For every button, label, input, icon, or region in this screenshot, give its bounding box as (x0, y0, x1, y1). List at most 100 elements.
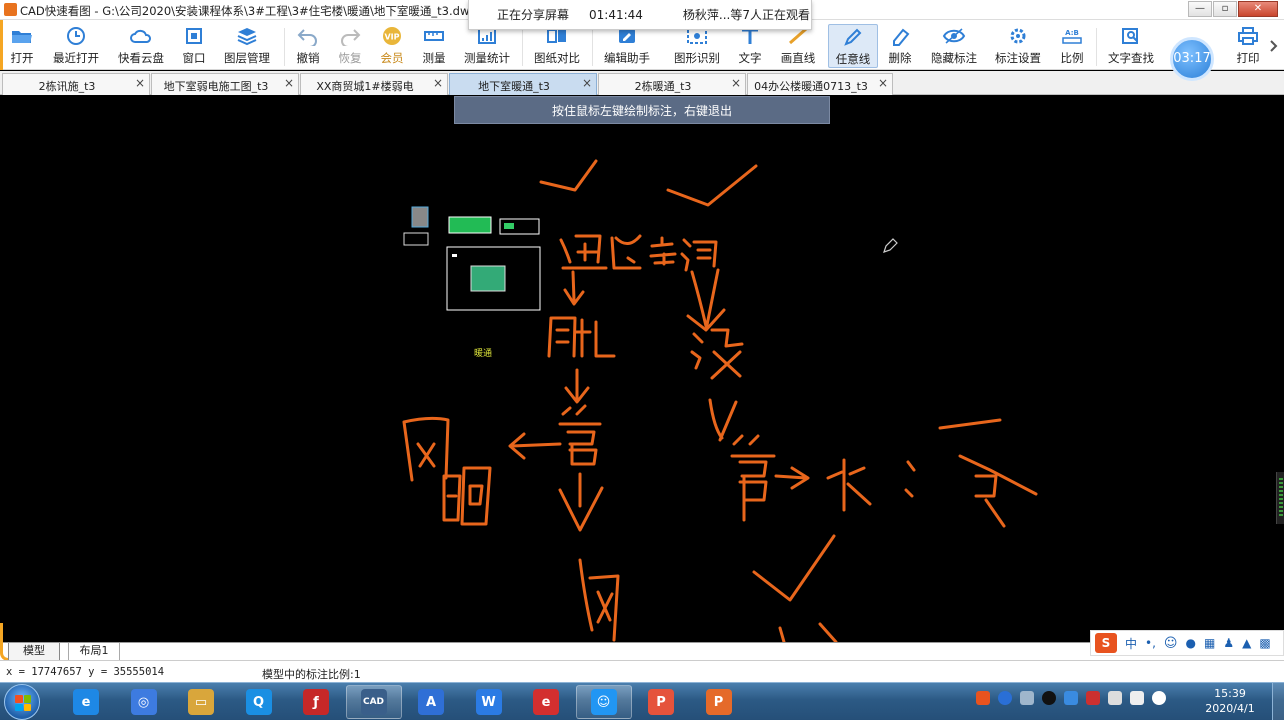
text-search-icon (1122, 28, 1138, 44)
text-search-button[interactable]: 文字查找 (1106, 26, 1156, 68)
maximize-button[interactable]: ▫ (1213, 1, 1237, 17)
microphone-icon[interactable]: ● (1185, 636, 1195, 650)
redo-icon (341, 29, 361, 46)
redo-button[interactable]: 恢复 (336, 26, 364, 68)
status-bar: x = 17747657 y = 35555014 模型中的标注比例:1 (0, 660, 1284, 682)
taskbar-app-qq-browser[interactable]: Q (231, 685, 287, 719)
vip-button[interactable]: VIP 会员 (378, 26, 406, 68)
toolbar-label: 快看云盘 (118, 51, 164, 65)
open-button[interactable]: 打开 (8, 26, 36, 68)
skin-icon[interactable]: ▲ (1242, 636, 1251, 650)
doc-tab[interactable]: 地下室弱电施工图_t3 × (151, 73, 299, 95)
user-icon[interactable]: ♟ (1223, 636, 1234, 650)
taskbar-app-meeting[interactable]: ☺ (575, 685, 632, 719)
doc-tab[interactable]: 2栋讯施_t3 × (2, 73, 150, 95)
screen-share-banner[interactable]: 正在分享屏幕 01:41:44 杨秋萍...等7人正在观看 (468, 0, 812, 30)
doc-tab[interactable]: 2栋暖通_t3 × (598, 73, 746, 95)
system-tray (976, 691, 1166, 705)
tab-layout1[interactable]: 布局1 (68, 643, 120, 661)
undo-button[interactable]: 撤销 (294, 26, 322, 68)
tab-model[interactable]: 模型 (8, 643, 60, 661)
network-tray-icon[interactable] (1086, 691, 1100, 705)
drawing-canvas[interactable]: 暖通 (0, 96, 1284, 642)
toolbar-separator (592, 28, 593, 66)
taskbar-app-flash-player[interactable]: ƒ (288, 685, 344, 719)
taskbar-app-baidu-netdisk[interactable]: ◎ (116, 685, 172, 719)
drawing-surface[interactable]: 暖通 (0, 96, 1284, 642)
scale-button[interactable]: A:B 比例 (1058, 26, 1086, 68)
drawing-compare-button[interactable]: 图纸对比 (532, 26, 582, 68)
freehand-line-button[interactable]: 任意线 (828, 24, 878, 68)
doc-tab[interactable]: XX商贸城1#楼弱电 × (300, 73, 448, 95)
system-clock[interactable]: 15:39 2020/4/1 (1198, 686, 1262, 716)
shape-recognition-button[interactable]: 图形识别 (672, 26, 722, 68)
tab-close-icon[interactable]: × (433, 76, 443, 90)
measure-button[interactable]: 测量 (420, 26, 448, 68)
tray-overflow-icon[interactable] (1020, 691, 1034, 705)
layer-manager-button[interactable]: 图层管理 (222, 26, 272, 68)
toolbar-label: 打印 (1236, 51, 1260, 65)
edit-assistant-button[interactable]: 编辑助手 (602, 26, 652, 68)
cloud-disk-button[interactable]: 快看云盘 (116, 26, 166, 68)
tab-close-icon[interactable]: × (731, 76, 741, 90)
text-button[interactable]: 文字 (736, 26, 764, 68)
tab-close-icon[interactable]: × (582, 76, 592, 90)
clock-time: 15:39 (1214, 687, 1246, 700)
scale-icon: A:B (1062, 29, 1082, 44)
toolbar-label: 最近打开 (53, 51, 99, 65)
window-button[interactable]: 窗口 (180, 26, 208, 68)
keyboard-icon[interactable]: ▦ (1204, 636, 1215, 650)
toolbar-label: 比例 (1060, 51, 1084, 65)
undo-icon (297, 29, 317, 46)
print-button[interactable]: 打印 (1234, 26, 1262, 68)
taskbar-app-ie[interactable]: e (58, 685, 114, 719)
printer-tray-icon[interactable] (1108, 691, 1122, 705)
tab-close-icon[interactable]: × (284, 76, 294, 90)
doc-tab-active[interactable]: 地下室暖通_t3 × (449, 73, 597, 95)
close-button[interactable]: ✕ (1238, 1, 1278, 17)
toolbar-label: 恢复 (338, 51, 362, 65)
start-button[interactable] (4, 684, 40, 720)
baidu-netdisk-icon: ◎ (130, 689, 157, 715)
taskbar-app-file-explorer[interactable]: ▭ (173, 685, 229, 719)
sogou-logo-icon[interactable]: S (1095, 633, 1117, 653)
minimize-button[interactable]: — (1188, 1, 1212, 17)
hide-annotations-button[interactable]: 隐藏标注 (930, 26, 978, 68)
annotation-settings-button[interactable]: 标注设置 (994, 26, 1042, 68)
tab-close-icon[interactable]: × (878, 76, 888, 90)
draw-line-button[interactable]: 画直线 (780, 26, 816, 68)
toolbar-separator (1096, 28, 1097, 66)
ime-mode[interactable]: 中 (1125, 635, 1137, 652)
recording-timer[interactable]: 03:17 (1170, 37, 1214, 81)
measure-stats-button[interactable]: 测量统计 (462, 26, 512, 68)
recent-open-button[interactable]: 最近打开 (52, 26, 100, 68)
taskbar-app-wps-pdf[interactable]: P (633, 685, 689, 719)
ime-punctuation[interactable]: •, (1145, 636, 1156, 650)
taskbar-app-wps-presentation[interactable]: P (691, 685, 747, 719)
security-tray-icon[interactable] (1064, 691, 1078, 705)
qq-tray-icon[interactable] (1042, 691, 1056, 705)
pen-cursor-icon (883, 238, 898, 253)
toolbar-label: 标注设置 (995, 51, 1041, 65)
show-desktop-button[interactable] (1272, 683, 1284, 720)
signal-tray-icon[interactable] (1130, 691, 1144, 705)
ime-toolbar[interactable]: S 中 •, ☺ ● ▦ ♟ ▲ ▩ (1090, 630, 1284, 656)
tab-close-icon[interactable]: × (135, 76, 145, 90)
emoji-icon[interactable]: ☺ (1164, 636, 1178, 651)
taskbar-app-browser[interactable]: e (518, 685, 574, 719)
wps-text-icon: A (418, 689, 444, 715)
help-tray-icon[interactable] (998, 691, 1012, 705)
document-tabs: 2栋讯施_t3 × 地下室弱电施工图_t3 × XX商贸城1#楼弱电 × 地下室… (0, 71, 1284, 95)
freehand-annotations[interactable] (402, 159, 1038, 642)
taskbar-app-wps-text[interactable]: A (403, 685, 459, 719)
taskbar-app-wps-writer[interactable]: W (461, 685, 517, 719)
vertical-scroll-indicator[interactable] (1276, 472, 1284, 524)
sogou-tray-icon[interactable] (976, 691, 990, 705)
delete-button[interactable]: 删除 (886, 26, 914, 68)
doc-tab[interactable]: 04办公楼暖通0713_t3 × (747, 73, 893, 95)
tab-label: 2栋讯施_t3 (38, 80, 96, 93)
taskbar-app-cad-viewer[interactable]: CAD (345, 685, 402, 719)
grid-menu-icon[interactable]: ▩ (1259, 636, 1270, 650)
toolbar-overflow-button[interactable] (1268, 38, 1280, 54)
volume-tray-icon[interactable] (1152, 691, 1166, 705)
